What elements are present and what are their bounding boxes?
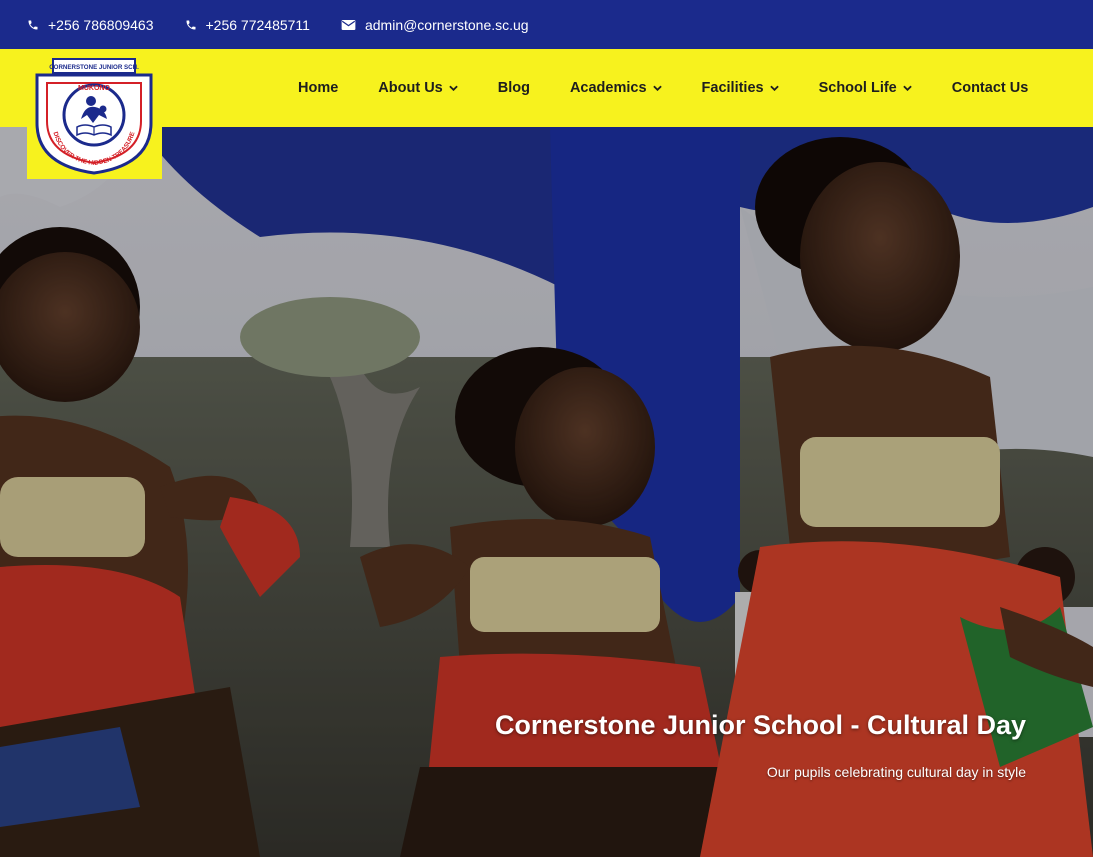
school-crest-logo: CORNERSTONE JUNIOR SCH. MUKONO DISCOVER … [35,58,153,175]
hero-slider[interactable]: Cornerstone Junior School - Cultural Day… [0,127,1093,857]
nav-home-label: Home [298,80,339,96]
nav-contact-us-label: Contact Us [951,80,1029,96]
nav-school-life-label: School Life [818,80,897,96]
email-address: admin@cornerstone.sc.ug [364,16,529,33]
chevron-down-icon [448,85,458,91]
logo-location: MUKONO [78,85,110,92]
phone-number-2: +256 772485711 [205,16,310,33]
nav-about-us-label: About Us [378,80,443,96]
nav-home[interactable]: Home [298,80,338,96]
phone-contact-2[interactable]: +256 772485711 [185,17,310,33]
hero-caption-subtitle: Our pupils celebrating cultural day in s… [766,764,1026,780]
phone-number-1: +256 786809463 [48,16,154,33]
nav-about-us[interactable]: About Us [378,80,458,96]
hero-dark-overlay [0,127,1093,857]
envelope-icon [341,19,356,30]
contact-bar: +256 786809463 +256 772485711 admin@corn… [0,0,1093,49]
phone-contact-1[interactable]: +256 786809463 [27,17,154,33]
phone-icon [28,20,38,29]
chevron-down-icon [652,85,662,91]
nav-facilities[interactable]: Facilities [702,80,779,96]
primary-navigation: Home About Us Blog Academics Facilities … [298,49,1068,127]
email-contact[interactable]: admin@cornerstone.sc.ug [341,17,529,33]
chevron-down-icon [769,85,779,91]
logo-top-text: CORNERSTONE JUNIOR SCH. [49,64,139,71]
nav-contact-us[interactable]: Contact Us [952,80,1029,96]
nav-blog[interactable]: Blog [498,80,530,96]
hero-caption-title: Cornerstone Junior School - Cultural Day [494,710,1026,740]
nav-academics-label: Academics [569,80,647,96]
nav-academics[interactable]: Academics [570,80,662,96]
nav-school-life[interactable]: School Life [819,80,912,96]
chevron-down-icon [903,85,912,91]
nav-blog-label: Blog [497,80,530,96]
school-logo[interactable]: CORNERSTONE JUNIOR SCH. MUKONO DISCOVER … [27,49,162,179]
nav-facilities-label: Facilities [701,80,764,96]
phone-icon [186,20,195,29]
